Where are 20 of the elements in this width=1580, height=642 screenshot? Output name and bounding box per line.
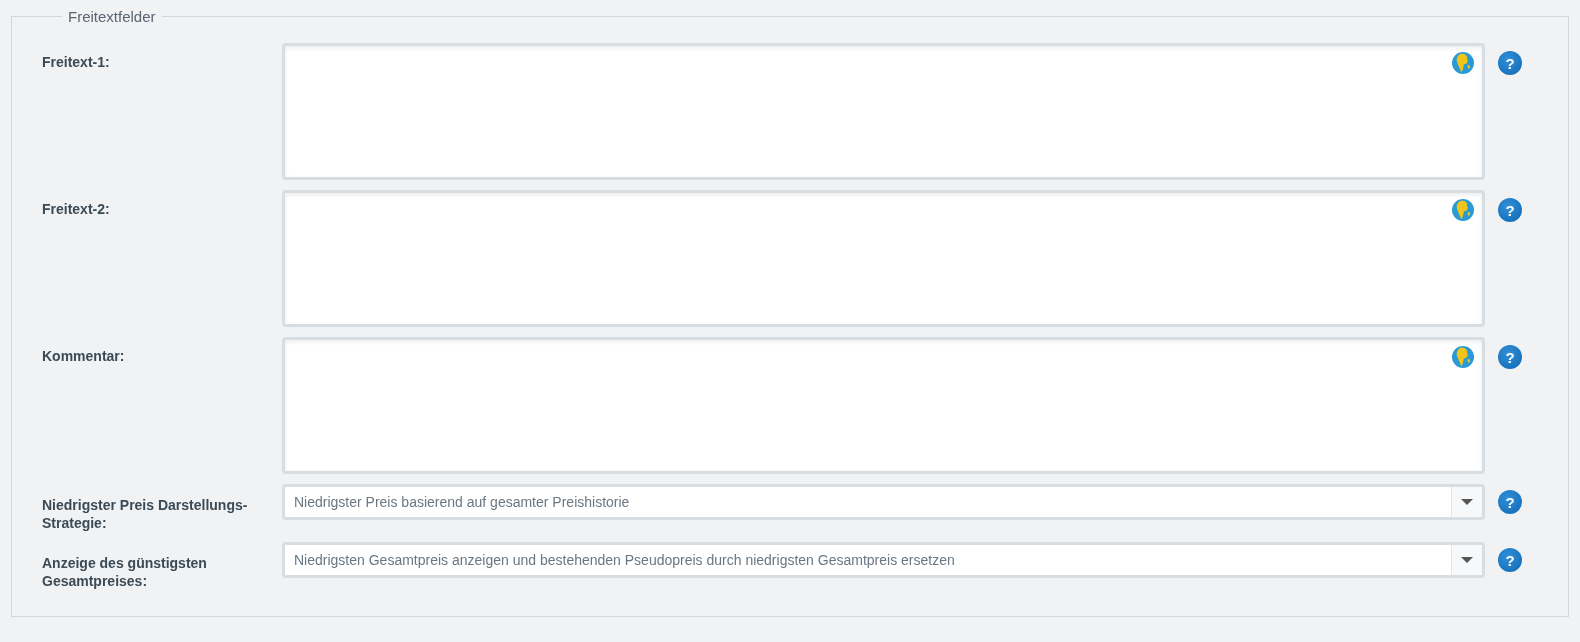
- field-label: Freitext-2:: [42, 200, 111, 218]
- help-icon[interactable]: ?: [1498, 345, 1522, 369]
- field-label: Freitext-1:: [42, 53, 111, 71]
- dropdown[interactable]: Niedrigster Preis basierend auf gesamter Preishistorie: [282, 484, 1485, 520]
- dropdown[interactable]: Niedrigsten Gesamtpreis anzeigen und bestehenden Pseudopreis durch niedrigsten Gesamtpreis ersetzen: [282, 542, 1485, 578]
- field-label: Niedrigster Preis Darstellungs-Strategie:: [42, 496, 249, 532]
- help-icon[interactable]: ?: [1498, 490, 1522, 514]
- help-icon[interactable]: ?: [1498, 548, 1522, 572]
- globe-icon[interactable]: [1451, 345, 1475, 369]
- field-label: Anzeige des günstigsten Gesamtpreises:: [42, 554, 208, 590]
- dropdown-value: Niedrigster Preis basierend auf gesamter Preishistorie: [293, 494, 631, 510]
- help-icon[interactable]: ?: [1498, 51, 1522, 75]
- globe-icon[interactable]: [1451, 51, 1475, 75]
- field-label: Kommentar:: [42, 347, 126, 365]
- panel-legend: Freitextfelder: [62, 8, 162, 25]
- caret-icon: [1461, 557, 1473, 563]
- dropdown-value: Niedrigsten Gesamtpreis anzeigen und bestehenden Pseudopreis durch niedrigsten Gesamtpreis ersetzen: [293, 552, 956, 568]
- help-icon[interactable]: ?: [1498, 198, 1522, 222]
- globe-icon[interactable]: [1451, 198, 1475, 222]
- caret-icon: [1461, 499, 1473, 505]
